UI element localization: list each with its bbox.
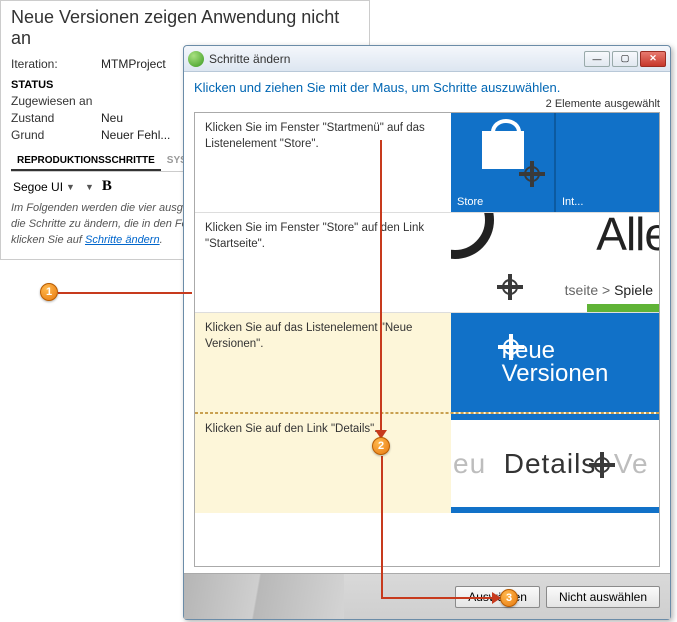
dialog-footer: Auswählen Nicht auswählen	[184, 573, 670, 619]
close-button[interactable]: ✕	[640, 51, 666, 67]
step-thumbnail: Alle tseite > Spiele	[451, 213, 659, 312]
titlebar[interactable]: Schritte ändern — ▢ ✕	[184, 46, 670, 72]
step-row[interactable]: Klicken Sie auf das Listenelement "Neue …	[195, 313, 659, 413]
callout-1: 1	[40, 283, 58, 301]
arrow-line	[381, 597, 494, 599]
change-steps-dialog: Schritte ändern — ▢ ✕ Klicken und ziehen…	[183, 45, 671, 620]
dialog-title: Schritte ändern	[209, 52, 584, 66]
deselect-button[interactable]: Nicht auswählen	[546, 586, 660, 608]
arc-decoration	[451, 213, 494, 259]
crosshair-icon	[498, 334, 524, 360]
footer-decoration	[184, 574, 344, 619]
bold-button[interactable]: B	[102, 178, 112, 195]
headline: Alle	[596, 213, 659, 261]
font-dropdown[interactable]: Segoe UI ▼	[11, 179, 77, 195]
crosshair-icon	[519, 161, 545, 187]
tile-text: eu Details Ve	[451, 448, 649, 480]
step-row[interactable]: Klicken Sie auf den Link "Details". eu D…	[195, 413, 659, 513]
green-bar	[587, 304, 659, 312]
arrow-line	[58, 292, 192, 294]
state-label: Zustand	[11, 111, 101, 125]
step-thumbnail: Store Int...	[451, 113, 659, 212]
maximize-button[interactable]: ▢	[612, 51, 638, 67]
tile-internet: Int...	[554, 113, 659, 212]
breadcrumb: tseite > Spiele	[565, 282, 653, 298]
arrow-line	[380, 140, 382, 432]
tile-store: Store	[451, 113, 554, 212]
shopping-bag-icon	[482, 131, 524, 169]
dialog-body: Klicken und ziehen Sie mit der Maus, um …	[184, 72, 670, 573]
steps-list[interactable]: Klicken Sie im Fenster "Startmenü" auf d…	[194, 112, 660, 567]
minimize-button[interactable]: —	[584, 51, 610, 67]
iteration-value[interactable]: MTMProject	[101, 57, 166, 71]
assigned-label: Zugewiesen an	[11, 94, 101, 108]
chevron-down-icon: ▼	[85, 182, 94, 192]
reason-label: Grund	[11, 128, 101, 142]
crosshair-icon	[497, 274, 523, 300]
workitem-title: Neue Versionen zeigen Anwendung nicht an	[11, 7, 359, 49]
step-thumbnail: neueVersionen	[451, 313, 659, 412]
step-row[interactable]: Klicken Sie im Fenster "Store" auf den L…	[195, 213, 659, 313]
step-text: Klicken Sie im Fenster "Startmenü" auf d…	[195, 113, 451, 212]
step-text: Klicken Sie auf das Listenelement "Neue …	[195, 313, 451, 412]
crosshair-icon	[589, 452, 615, 478]
iteration-label: Iteration:	[11, 57, 101, 71]
selection-count: 2 Elemente ausgewählt	[194, 98, 660, 110]
step-text: Klicken Sie auf den Link "Details".	[195, 414, 451, 513]
size-dropdown[interactable]: ▼	[83, 181, 96, 193]
callout-3: 3	[500, 589, 518, 607]
change-steps-link[interactable]: Schritte ändern	[85, 234, 160, 246]
reason-value[interactable]: Neuer Fehl...	[101, 128, 170, 142]
tab-repro[interactable]: REPRODUKTIONSSCHRITTE	[11, 152, 161, 171]
step-text: Klicken Sie im Fenster "Store" auf den L…	[195, 213, 451, 312]
state-value[interactable]: Neu	[101, 111, 123, 125]
step-thumbnail: eu Details Ve	[451, 414, 659, 513]
step-row[interactable]: Klicken Sie im Fenster "Startmenü" auf d…	[195, 113, 659, 213]
instruction-text: Klicken und ziehen Sie mit der Maus, um …	[194, 80, 660, 95]
callout-2: 2	[372, 437, 390, 455]
app-icon	[188, 51, 204, 67]
chevron-down-icon: ▼	[66, 182, 75, 192]
arrow-line	[381, 456, 383, 598]
